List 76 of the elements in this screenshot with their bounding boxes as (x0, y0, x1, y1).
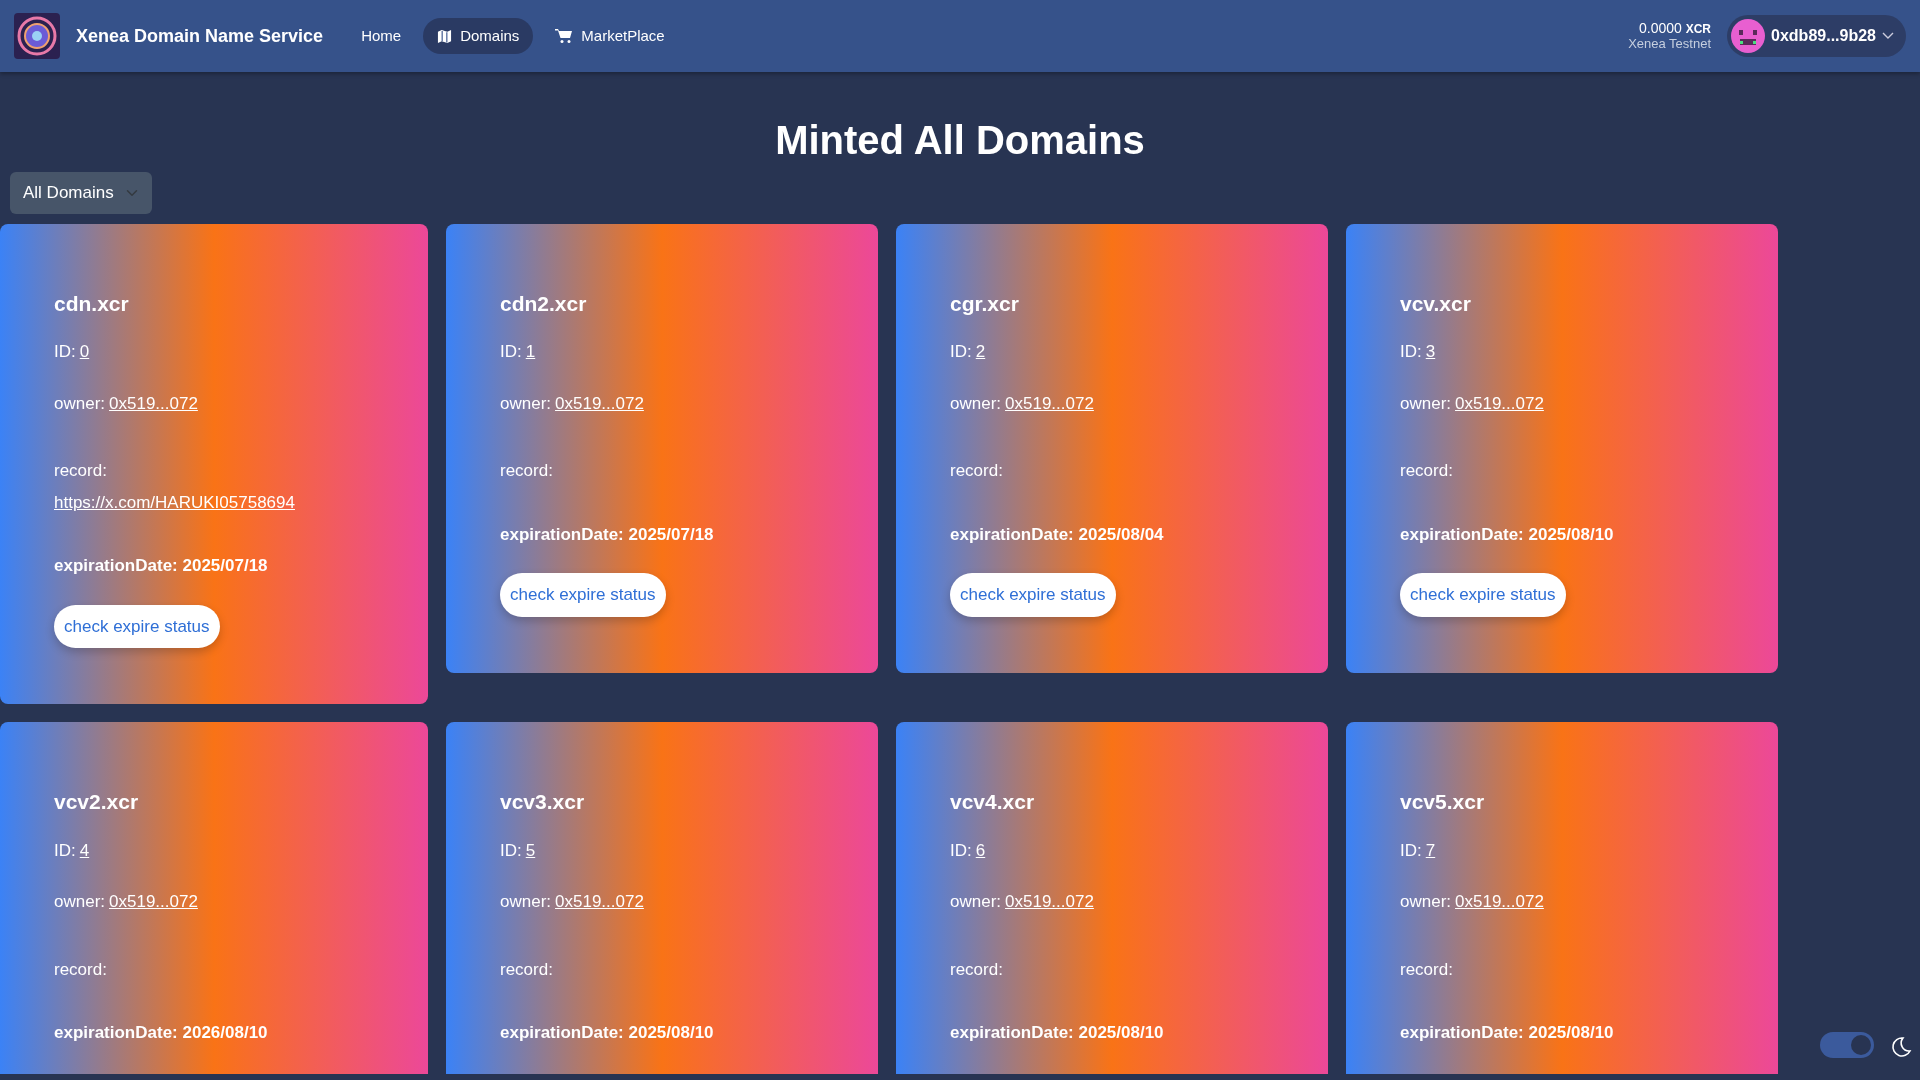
nav-link[interactable]: Domains (423, 17, 534, 55)
record-label: record: (500, 460, 554, 482)
owner-label: owner: (54, 891, 106, 913)
record-label: record: (950, 460, 1004, 482)
id-link[interactable]: 6 (975, 837, 986, 863)
cart-icon (555, 28, 574, 44)
id-label: ID: (1400, 341, 1422, 363)
record-label: record: (54, 460, 108, 482)
record-label: record: (500, 958, 554, 981)
id-link[interactable]: 5 (525, 837, 536, 863)
owner-label: owner: (950, 891, 1002, 913)
domain-name: cdn2.xcr (500, 290, 588, 317)
owner-link[interactable]: 0x519...072 (1455, 390, 1544, 416)
id-link[interactable]: 3 (1425, 339, 1436, 365)
network-name: Xenea Testnet (1628, 36, 1712, 52)
check-status-button[interactable]: check expire status (54, 604, 220, 648)
owner-link[interactable]: 0x519...072 (1455, 889, 1544, 915)
owner-label: owner: (1400, 891, 1452, 913)
record-label: record: (1400, 460, 1454, 482)
domain-name: cdn.xcr (54, 290, 130, 317)
expiration-date: expirationDate: 2025/08/10 (500, 1022, 715, 1044)
id-label: ID: (950, 341, 972, 363)
brand-title: Xenea Domain Name Service (76, 24, 324, 48)
check-status-button[interactable]: check expire status (500, 573, 666, 617)
expiration-date: expirationDate: 2025/07/18 (54, 555, 269, 577)
domain-name: vcv.xcr (1400, 290, 1472, 317)
id-link[interactable]: 1 (525, 339, 536, 365)
id-label: ID: (54, 839, 76, 862)
owner-link[interactable]: 0x519...072 (555, 889, 644, 915)
logo-icon (14, 13, 60, 59)
id-link[interactable]: 4 (79, 837, 90, 863)
wallet-balance: 0.0000 XCR (1638, 20, 1712, 37)
owner-label: owner: (950, 392, 1002, 415)
expiration-date: expirationDate: 2025/08/10 (950, 1022, 1165, 1044)
moon-icon (1890, 1036, 1912, 1058)
avatar-icon (1731, 19, 1766, 53)
check-status-button[interactable]: check expire status (950, 573, 1116, 617)
owner-link[interactable]: 0x519...072 (555, 390, 644, 416)
id-label: ID: (1400, 839, 1422, 862)
check-status-button[interactable]: check expire status (1400, 573, 1566, 617)
expiration-date: expirationDate: 2026/08/10 (54, 1022, 269, 1044)
owner-label: owner: (500, 392, 552, 415)
owner-link[interactable]: 0x519...072 (1005, 889, 1094, 915)
id-label: ID: (54, 341, 76, 363)
domain-filter-dropdown[interactable]: All Domains (10, 172, 152, 214)
owner-label: owner: (1400, 392, 1452, 415)
account-button[interactable]: 0xdb89...9b28 (1727, 15, 1906, 57)
record-label: record: (950, 958, 1004, 981)
expiration-date: expirationDate: 2025/08/10 (1400, 1022, 1615, 1044)
record-label: record: (1400, 958, 1454, 981)
owner-link[interactable]: 0x519...072 (109, 889, 198, 915)
expiration-date: expirationDate: 2025/08/04 (950, 523, 1165, 546)
nav-link[interactable]: MarketPlace (541, 17, 679, 55)
page-title: Minted All Domains (774, 117, 1146, 164)
theme-toggle[interactable] (1820, 1032, 1874, 1058)
owner-link[interactable]: 0x519...072 (109, 390, 198, 416)
id-label: ID: (500, 341, 522, 363)
nav-link[interactable]: Home (347, 17, 416, 55)
domain-name: vcv3.xcr (500, 789, 586, 815)
chevron-down-icon (1882, 32, 1894, 40)
owner-label: owner: (54, 392, 106, 415)
id-label: ID: (500, 839, 522, 862)
domain-name: vcv5.xcr (1400, 789, 1486, 815)
expiration-date: expirationDate: 2025/07/18 (500, 523, 715, 546)
domain-name: vcv4.xcr (950, 789, 1036, 815)
map-icon (437, 28, 453, 44)
expiration-date: expirationDate: 2025/08/10 (1400, 523, 1615, 546)
id-label: ID: (950, 839, 972, 862)
id-link[interactable]: 0 (79, 339, 90, 365)
domain-name: vcv2.xcr (54, 789, 140, 815)
id-link[interactable]: 7 (1425, 837, 1436, 863)
owner-label: owner: (500, 891, 552, 913)
record-label: record: (54, 958, 108, 981)
domain-name: cgr.xcr (950, 290, 1020, 317)
owner-link[interactable]: 0x519...072 (1005, 390, 1094, 416)
id-link[interactable]: 2 (975, 339, 986, 365)
